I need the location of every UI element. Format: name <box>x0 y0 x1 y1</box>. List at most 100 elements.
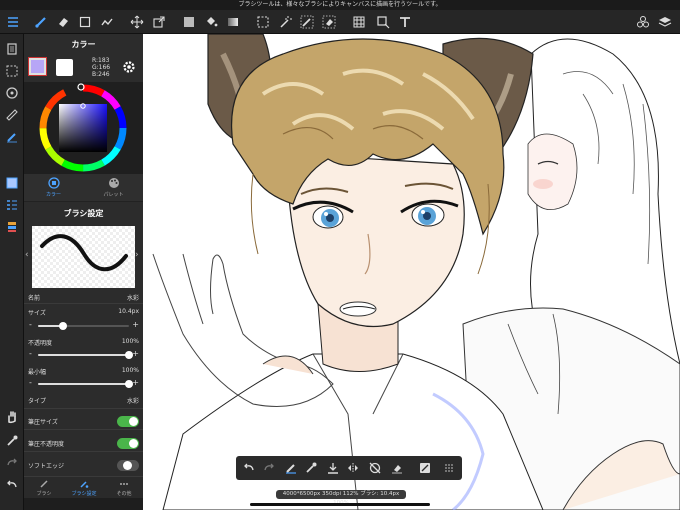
color-square-icon[interactable] <box>180 13 198 31</box>
materials-icon[interactable] <box>634 13 652 31</box>
drawing-canvas[interactable] <box>143 34 680 510</box>
opacity-minus-button[interactable]: - <box>29 349 32 358</box>
min-width-slider[interactable]: - + <box>24 377 143 391</box>
type-row[interactable]: タイプ 水彩 <box>24 393 143 407</box>
tab-color[interactable]: カラー <box>24 177 83 198</box>
pages-icon[interactable] <box>3 40 21 58</box>
selection-box-icon[interactable] <box>3 62 21 80</box>
eraser-icon[interactable] <box>54 13 72 31</box>
tab-other[interactable]: その他 <box>104 479 144 497</box>
brush-settings-tab-icon <box>80 481 89 488</box>
divider <box>24 429 143 430</box>
top-toolbar <box>0 10 680 34</box>
artwork <box>152 34 680 510</box>
brush-name-value: 水彩 <box>126 295 139 302</box>
tab-palette[interactable]: パレット <box>84 177 143 198</box>
rotate-canvas-icon[interactable] <box>368 461 382 475</box>
opacity-value: 100% <box>121 338 139 345</box>
ruler-icon[interactable] <box>3 106 21 124</box>
soft-edge-toggle[interactable] <box>117 460 139 471</box>
undo-icon[interactable] <box>242 461 256 475</box>
select-icon[interactable] <box>254 13 272 31</box>
select-eraser-icon[interactable] <box>320 13 338 31</box>
size-slider[interactable]: - + <box>24 319 143 333</box>
brush-list-icon[interactable] <box>3 196 21 214</box>
size-row: サイズ 10.4px <box>24 305 143 319</box>
size-track[interactable] <box>38 322 129 330</box>
pen-size-row: 筆圧サイズ <box>24 414 143 428</box>
pen-opacity-toggle[interactable] <box>117 438 139 449</box>
red-value: R:183 <box>92 57 110 64</box>
redo-icon[interactable] <box>3 454 21 472</box>
soft-edge-label: ソフトエッジ <box>28 463 65 470</box>
pen-size-toggle[interactable] <box>117 416 139 427</box>
main-color-swatch[interactable] <box>28 57 47 76</box>
next-brush-arrow[interactable]: › <box>135 250 139 260</box>
bucket-icon[interactable] <box>202 13 220 31</box>
crop-icon[interactable] <box>374 13 392 31</box>
brush-tab-icon <box>40 480 48 488</box>
fullscreen-icon[interactable] <box>418 461 432 475</box>
tab-brush-label: ブラシ <box>36 491 52 497</box>
tab-color-label: カラー <box>45 192 61 198</box>
undo-icon[interactable] <box>3 476 21 494</box>
green-value: G:166 <box>92 64 111 71</box>
layers-icon[interactable] <box>656 13 674 31</box>
eyedropper-icon[interactable] <box>3 432 21 450</box>
grid-icon[interactable] <box>350 13 368 31</box>
move-icon[interactable] <box>128 13 146 31</box>
prev-brush-arrow[interactable]: ‹ <box>25 250 29 260</box>
color-tabs: カラー パレット <box>24 174 143 202</box>
color-tab-icon <box>47 177 60 189</box>
fill-tool-icon[interactable] <box>98 13 116 31</box>
hand-icon[interactable] <box>3 408 21 426</box>
gear-icon[interactable] <box>122 60 136 74</box>
rotate-icon[interactable] <box>3 84 21 102</box>
flip-horizontal-icon[interactable] <box>346 461 360 475</box>
brush-icon[interactable] <box>32 13 50 31</box>
tab-brush-settings-label: ブラシ設定 <box>71 491 97 497</box>
gradient-icon[interactable] <box>224 13 242 31</box>
redo-icon[interactable] <box>262 461 276 475</box>
text-icon[interactable] <box>396 13 414 31</box>
min-width-fill <box>38 383 129 385</box>
layer-stack-icon[interactable] <box>3 218 21 236</box>
select-pen-icon[interactable] <box>298 13 316 31</box>
save-download-icon[interactable] <box>326 461 340 475</box>
side-panel: カラー R:183 G:166 B:246 カラー パレット ブラシ設定 ‹ ›… <box>24 34 143 498</box>
opacity-slider[interactable]: - + <box>24 348 143 362</box>
palette-icon <box>108 178 119 188</box>
magic-wand-icon[interactable] <box>276 13 294 31</box>
size-plus-button[interactable]: + <box>132 320 139 329</box>
tab-brush-settings[interactable]: ブラシ設定 <box>64 479 104 497</box>
min-width-row: 最小幅 100% <box>24 364 143 378</box>
status-hint: ブラシツールは、様々なブラシによりキャンバスに描画を行うツールです。 <box>0 0 680 10</box>
transform-icon[interactable] <box>150 13 168 31</box>
pen-settings-icon[interactable] <box>3 128 21 146</box>
min-width-plus-button[interactable]: + <box>132 378 139 387</box>
opacity-plus-button[interactable]: + <box>132 349 139 358</box>
min-width-track[interactable] <box>38 380 133 388</box>
grid-dots-icon[interactable] <box>442 461 456 475</box>
brush-stroke-icon[interactable] <box>284 461 298 475</box>
size-minus-button[interactable]: - <box>29 320 32 329</box>
color-wheel[interactable] <box>24 82 143 174</box>
color-panel-icon[interactable] <box>3 174 21 192</box>
eyedropper-icon[interactable] <box>304 461 318 475</box>
menu-icon[interactable] <box>4 13 22 31</box>
min-width-label: 最小幅 <box>28 369 47 376</box>
rectangle-icon[interactable] <box>76 13 94 31</box>
clear-layer-icon[interactable] <box>390 461 404 475</box>
tab-palette-label: パレット <box>103 192 124 198</box>
opacity-track[interactable] <box>38 351 133 359</box>
brush-name-label: 名前 <box>28 295 41 302</box>
tab-brush[interactable]: ブラシ <box>24 479 64 497</box>
min-width-minus-button[interactable]: - <box>29 378 32 387</box>
sub-color-swatch[interactable] <box>56 59 73 76</box>
size-knob[interactable] <box>59 322 68 330</box>
divider <box>24 303 143 304</box>
type-value: 水彩 <box>126 398 139 405</box>
color-wheel-area <box>24 82 143 174</box>
opacity-label: 不透明度 <box>28 340 53 347</box>
brush-name-row[interactable]: 名前 水彩 <box>24 290 143 304</box>
